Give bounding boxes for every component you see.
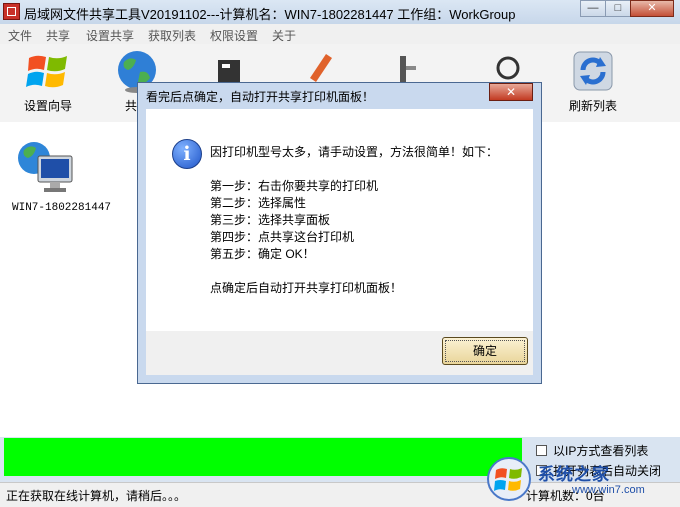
dialog-line-step5: 第五步：确定 OK！ — [210, 247, 315, 261]
dialog-footer: 确定 — [146, 331, 533, 375]
app-window: 局域网文件共享工具V20191102---计算机名：WIN7-180228144… — [0, 0, 680, 507]
info-dialog: 看完后点确定，自动打开共享打印机面板！ ✕ i 因打印机型号太多，请手动设置，方… — [137, 82, 542, 384]
dialog-body: i 因打印机型号太多，请手动设置，方法很简单！如下： 第一步：右击你要共享的打印… — [146, 109, 533, 331]
status-message: 正在获取在线计算机，请稍后。。。 — [6, 489, 187, 503]
watermark: 系统之家 www.win7.com — [484, 454, 680, 504]
computer-name: WIN7-1802281447 — [12, 202, 112, 214]
windows-logo-icon — [25, 48, 71, 94]
maximize-button[interactable]: □ — [605, 0, 631, 17]
app-icon — [3, 3, 20, 20]
dialog-title: 看完后点确定，自动打开共享打印机面板！ — [146, 90, 375, 104]
menu-file[interactable]: 文件 — [8, 27, 32, 44]
caption-buttons: — □ ✕ — [580, 0, 674, 18]
setup-wizard-button[interactable]: 设置向导 — [15, 48, 81, 114]
menu-bar: 文件 共享 设置共享 获取列表 权限设置 关于 — [0, 24, 680, 44]
minimize-button[interactable]: — — [580, 0, 606, 17]
watermark-url: www.win7.com — [572, 484, 645, 496]
close-button[interactable]: ✕ — [630, 0, 674, 17]
dialog-line-step1: 第一步：右击你要共享的打印机 — [210, 179, 379, 193]
refresh-list-label: 刷新列表 — [568, 99, 617, 113]
title-bar: 局域网文件共享工具V20191102---计算机名：WIN7-180228144… — [0, 0, 680, 24]
watermark-text: 系统之家 — [538, 465, 610, 484]
refresh-icon — [570, 48, 616, 94]
dialog-line-step4: 第四步：点共享这台打印机 — [210, 230, 355, 244]
menu-set-share[interactable]: 设置共享 — [86, 27, 134, 44]
dialog-line-step2: 第二步：选择属性 — [210, 196, 307, 210]
refresh-list-button[interactable]: 刷新列表 — [560, 48, 626, 114]
dialog-line-intro: 因打印机型号太多，请手动设置，方法很简单！如下： — [210, 145, 499, 159]
progress-bar — [4, 438, 522, 476]
menu-permissions[interactable]: 权限设置 — [210, 27, 258, 44]
dialog-line-step3: 第三步：选择共享面板 — [210, 213, 331, 227]
setup-wizard-label: 设置向导 — [23, 99, 72, 113]
menu-get-list[interactable]: 获取列表 — [148, 27, 196, 44]
menu-about[interactable]: 关于 — [272, 27, 296, 44]
menu-share[interactable]: 共享 — [46, 27, 70, 44]
info-icon: i — [172, 139, 202, 169]
watermark-logo-icon — [487, 457, 531, 501]
dialog-line-note: 点确定后自动打开共享打印机面板！ — [210, 281, 403, 295]
dialog-close-button[interactable]: ✕ — [489, 83, 533, 101]
window-title: 局域网文件共享工具V20191102---计算机名：WIN7-180228144… — [24, 7, 516, 22]
network-computer-icon — [12, 134, 76, 198]
ok-button[interactable]: 确定 — [442, 337, 528, 365]
computer-item[interactable]: WIN7-1802281447 — [12, 134, 112, 214]
